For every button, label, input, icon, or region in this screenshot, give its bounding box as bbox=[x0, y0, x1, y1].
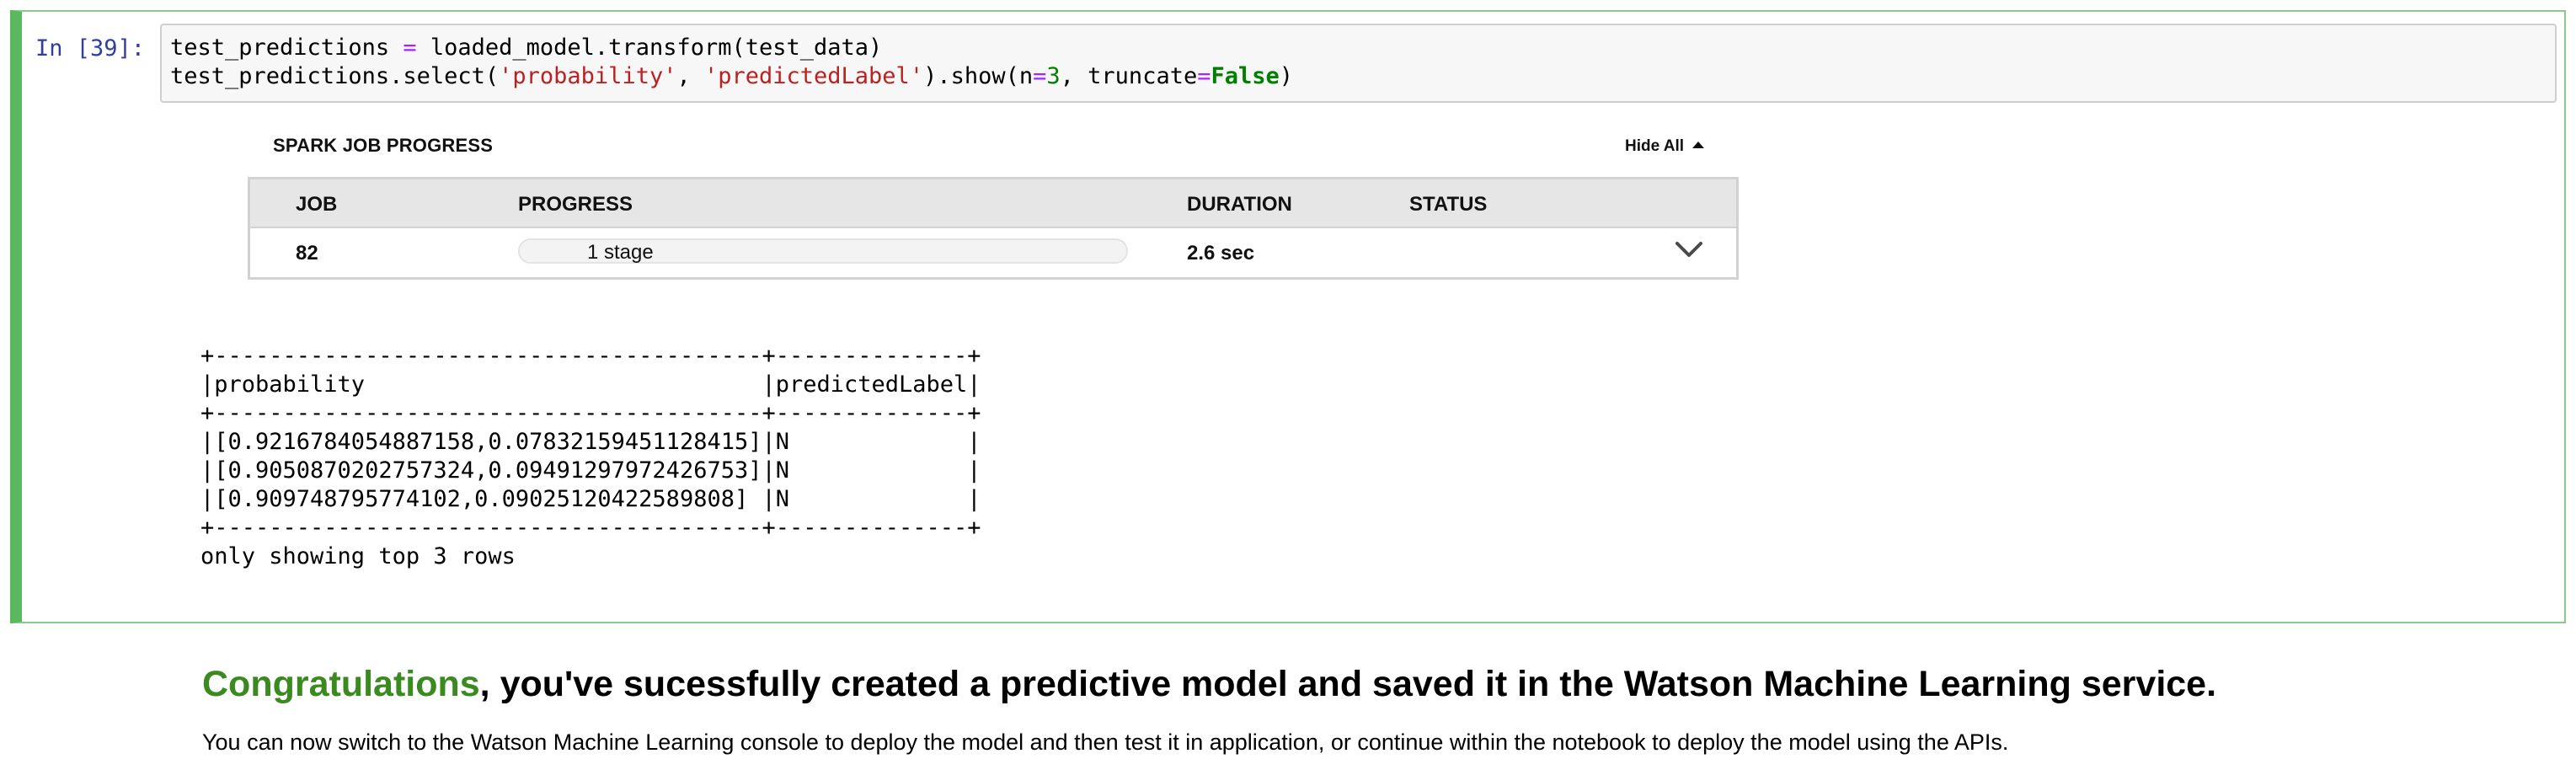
markdown-paragraph: You can now switch to the Watson Machine… bbox=[202, 730, 2009, 755]
job-id: 82 bbox=[296, 242, 318, 265]
hide-all-button[interactable]: Hide All bbox=[1625, 137, 1705, 156]
code-text: test_predictions bbox=[170, 35, 404, 61]
heading-text: , you've sucessfully created a predictiv… bbox=[479, 664, 2217, 704]
code-operator: = bbox=[1197, 63, 1211, 89]
heading-highlight: Congratulations bbox=[202, 664, 480, 704]
code-keyword: False bbox=[1211, 63, 1280, 89]
header-status: STATUS bbox=[1409, 193, 1488, 216]
code-operator: = bbox=[1033, 63, 1047, 89]
hide-all-label: Hide All bbox=[1625, 137, 1685, 155]
code-text: ).show(n bbox=[923, 63, 1034, 89]
spark-job-progress-title: SPARK JOB PROGRESS bbox=[273, 135, 494, 156]
triangle-up-icon bbox=[1692, 142, 1705, 148]
code-number: 3 bbox=[1046, 63, 1061, 89]
stage-progress-bar: 1 stage bbox=[518, 238, 1128, 264]
code-operator: = bbox=[403, 35, 417, 61]
code-string: 'probability' bbox=[499, 63, 677, 89]
code-text: ) bbox=[1279, 63, 1294, 89]
code-string: 'predictedLabel' bbox=[703, 63, 924, 89]
job-duration: 2.6 sec bbox=[1187, 242, 1255, 265]
header-duration: DURATION bbox=[1187, 193, 1292, 216]
progress-label: 1 stage bbox=[587, 241, 654, 264]
job-table-header: JOB PROGRESS DURATION STATUS bbox=[250, 179, 1736, 228]
markdown-heading: Congratulations, you've sucessfully crea… bbox=[202, 664, 2216, 705]
cell-output: +---------------------------------------… bbox=[200, 343, 981, 569]
code-text: , truncate bbox=[1060, 63, 1198, 89]
chevron-down-icon[interactable] bbox=[1674, 237, 1704, 262]
code-editor[interactable]: test_predictions = loaded_model.transfor… bbox=[160, 24, 2557, 103]
cell-prompt: In [39]: bbox=[35, 35, 146, 61]
code-text: loaded_model.transform(test_data) bbox=[416, 35, 883, 61]
header-progress: PROGRESS bbox=[518, 193, 633, 216]
code-text: , bbox=[676, 63, 704, 89]
spark-job-table: JOB PROGRESS DURATION STATUS 82 1 stage … bbox=[248, 177, 1739, 280]
code-text: test_predictions.select( bbox=[170, 63, 500, 89]
header-job: JOB bbox=[296, 193, 338, 216]
